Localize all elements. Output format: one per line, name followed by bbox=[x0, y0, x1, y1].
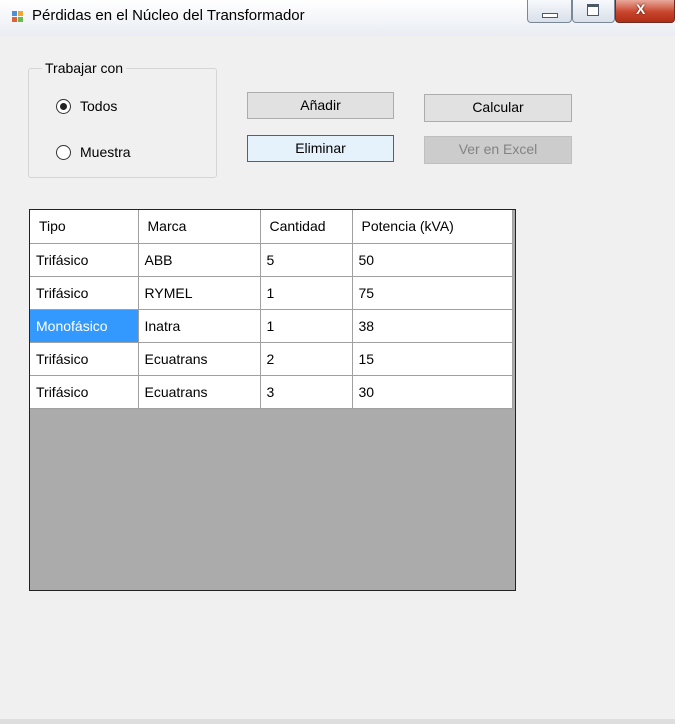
work-with-groupbox bbox=[28, 68, 217, 178]
cell-potencia[interactable]: 30 bbox=[351, 374, 513, 409]
table-row[interactable]: Trifásico Ecuatrans 2 15 bbox=[30, 341, 513, 376]
cell-tipo-selected[interactable]: Monofásico bbox=[30, 308, 139, 343]
radio-todos-label: Todos bbox=[80, 98, 118, 114]
cell-potencia[interactable]: 38 bbox=[351, 308, 513, 343]
cell-potencia[interactable]: 75 bbox=[351, 275, 513, 310]
window-bottom-edge bbox=[0, 719, 675, 724]
data-grid[interactable]: Tipo Marca Cantidad Potencia (kVA) Trifá… bbox=[29, 209, 516, 591]
calculate-button[interactable]: Calcular bbox=[424, 94, 572, 122]
cell-marca[interactable]: Inatra bbox=[137, 308, 261, 343]
view-in-excel-button[interactable]: Ver en Excel bbox=[424, 136, 572, 164]
column-header-potencia[interactable]: Potencia (kVA) bbox=[351, 210, 513, 244]
cell-tipo[interactable]: Trifásico bbox=[30, 341, 139, 376]
cell-marca[interactable]: Ecuatrans bbox=[137, 341, 261, 376]
delete-button[interactable]: Eliminar bbox=[247, 135, 394, 162]
column-header-marca[interactable]: Marca bbox=[137, 210, 261, 244]
table-row[interactable]: Trifásico RYMEL 1 75 bbox=[30, 275, 513, 310]
header-row: Tipo Marca Cantidad Potencia (kVA) bbox=[30, 210, 513, 244]
cell-cantidad[interactable]: 1 bbox=[259, 308, 353, 343]
cell-tipo[interactable]: Trifásico bbox=[30, 242, 139, 277]
maximize-icon bbox=[587, 4, 599, 16]
table-row[interactable]: Trifásico Ecuatrans 3 30 bbox=[30, 374, 513, 409]
column-header-tipo[interactable]: Tipo bbox=[30, 210, 139, 244]
add-button[interactable]: Añadir bbox=[247, 92, 394, 119]
close-icon: X bbox=[636, 1, 646, 17]
app-icon bbox=[12, 11, 24, 23]
minimize-icon bbox=[542, 13, 558, 18]
radio-todos-circle[interactable] bbox=[56, 98, 71, 114]
groupbox-legend: Trabajar con bbox=[42, 60, 127, 76]
cell-cantidad[interactable]: 1 bbox=[259, 275, 353, 310]
title-bar: Pérdidas en el Núcleo del Transformador … bbox=[0, 0, 675, 36]
table-row[interactable]: Trifásico ABB 5 50 bbox=[30, 242, 513, 277]
radio-muestra-label: Muestra bbox=[80, 144, 131, 160]
cell-tipo[interactable]: Trifásico bbox=[30, 275, 139, 310]
cell-potencia[interactable]: 50 bbox=[351, 242, 513, 277]
cell-marca[interactable]: RYMEL bbox=[137, 275, 261, 310]
cell-potencia[interactable]: 15 bbox=[351, 341, 513, 376]
column-header-cantidad[interactable]: Cantidad bbox=[259, 210, 353, 244]
radio-muestra-circle[interactable] bbox=[56, 144, 71, 160]
grid-table: Tipo Marca Cantidad Potencia (kVA) Trifá… bbox=[30, 210, 513, 409]
cell-marca[interactable]: Ecuatrans bbox=[137, 374, 261, 409]
cell-cantidad[interactable]: 3 bbox=[259, 374, 353, 409]
table-row[interactable]: Monofásico Inatra 1 38 bbox=[30, 308, 513, 343]
close-button[interactable]: X bbox=[615, 0, 675, 23]
maximize-button[interactable] bbox=[572, 0, 615, 23]
cell-cantidad[interactable]: 5 bbox=[259, 242, 353, 277]
cell-tipo[interactable]: Trifásico bbox=[30, 374, 139, 409]
window-title: Pérdidas en el Núcleo del Transformador bbox=[32, 7, 305, 24]
radio-selected-dot bbox=[60, 102, 67, 110]
radio-todos[interactable]: Todos bbox=[56, 98, 117, 114]
cell-marca[interactable]: ABB bbox=[137, 242, 261, 277]
minimize-button[interactable] bbox=[527, 0, 572, 23]
radio-muestra[interactable]: Muestra bbox=[56, 144, 131, 160]
cell-cantidad[interactable]: 2 bbox=[259, 341, 353, 376]
